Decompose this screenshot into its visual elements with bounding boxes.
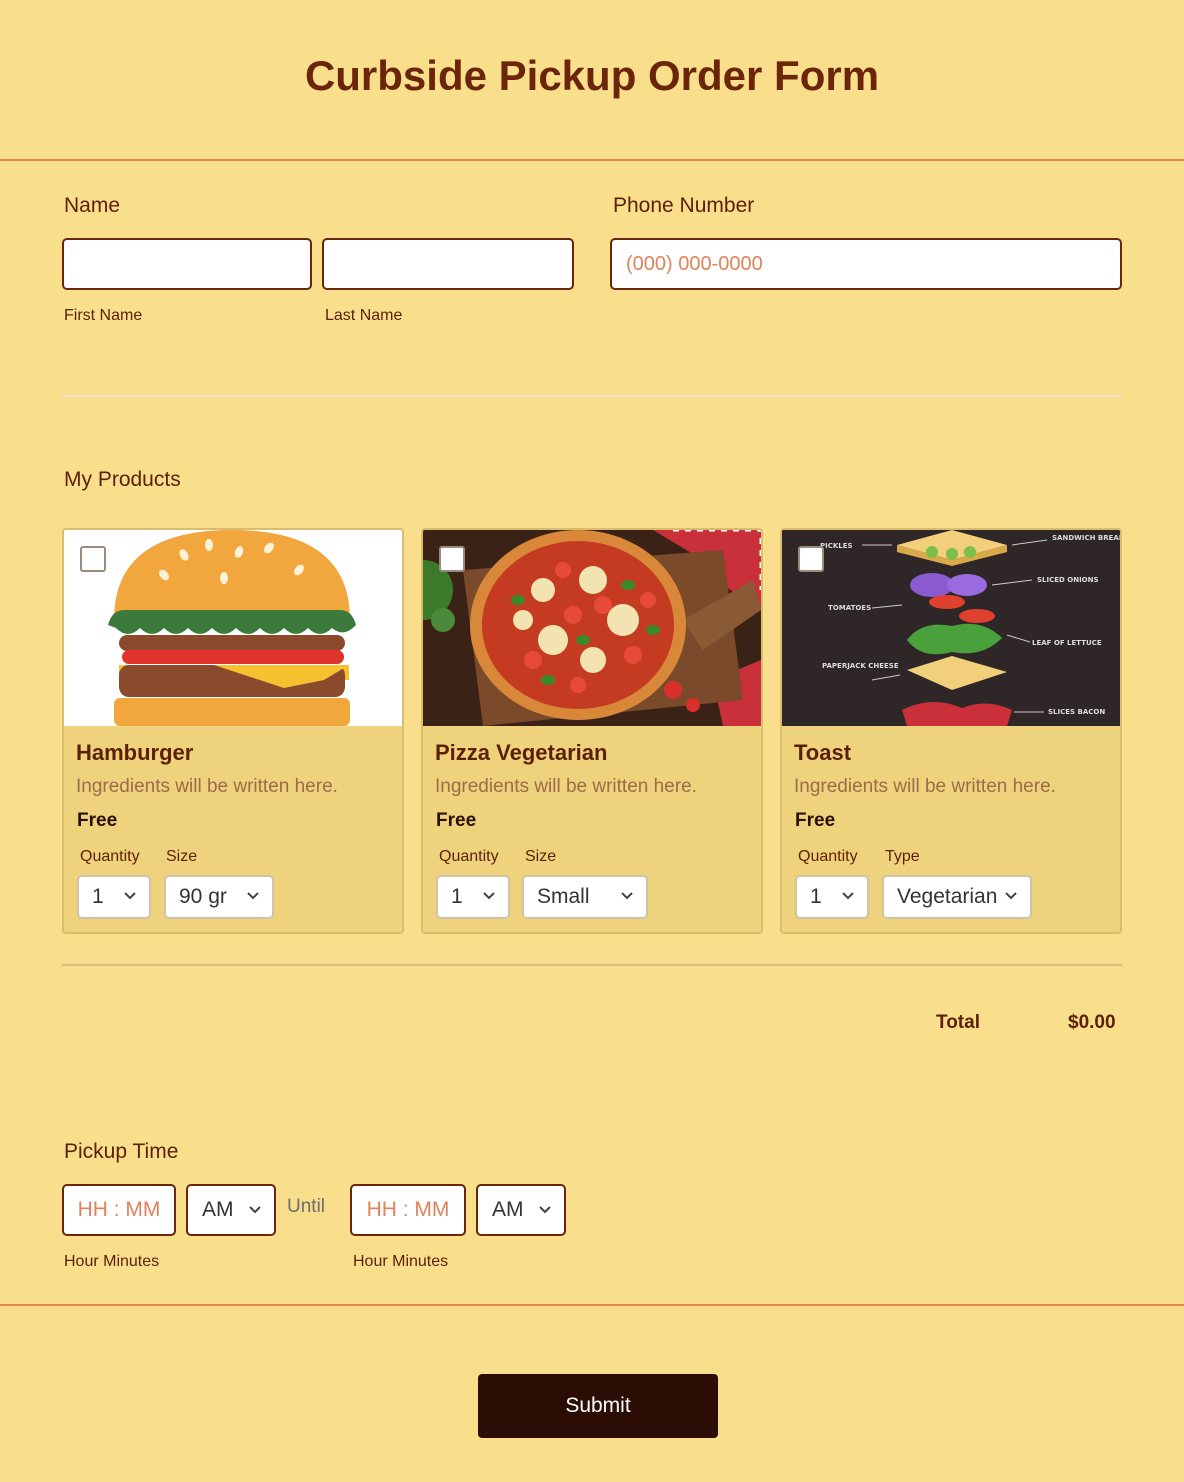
product-description: Ingredients will be written here.: [794, 776, 1056, 797]
product-name: Toast: [794, 740, 852, 765]
diagram-label-tomatoes: TOMATOES: [828, 604, 871, 612]
hamburger-checkbox[interactable]: [80, 546, 106, 572]
product-price: Free: [795, 810, 836, 831]
product-name: Hamburger: [76, 740, 194, 765]
diagram-label-cheese: PAPERJACK CHEESE: [822, 662, 899, 670]
size-label: Size: [525, 848, 557, 865]
until-label: Until: [287, 1196, 326, 1217]
quantity-select[interactable]: 1: [77, 875, 151, 919]
pickup-time-label: Pickup Time: [64, 1140, 179, 1163]
type-label: Type: [885, 848, 920, 865]
pizza-image: [423, 530, 761, 726]
product-name: Pizza Vegetarian: [435, 740, 608, 765]
size-select[interactable]: 90 gr: [164, 875, 274, 919]
phone-label: Phone Number: [613, 194, 755, 217]
hamburger-image: [64, 530, 402, 726]
toast-checkbox[interactable]: [798, 546, 824, 572]
type-select[interactable]: Vegetarian: [882, 875, 1032, 919]
size-value: 90 gr: [179, 885, 227, 908]
first-name-input[interactable]: [62, 238, 312, 290]
product-description: Ingredients will be written here.: [76, 776, 338, 797]
size-label: Size: [166, 848, 198, 865]
pickup-from-time-input[interactable]: HH : MM: [62, 1184, 176, 1236]
chevron-down-icon: [1005, 892, 1017, 900]
product-description: Ingredients will be written here.: [435, 776, 697, 797]
quantity-label: Quantity: [798, 848, 858, 865]
page-title: Curbside Pickup Order Form: [304, 52, 880, 99]
quantity-value: 1: [451, 885, 463, 908]
chevron-down-icon: [124, 892, 136, 900]
quantity-value: 1: [810, 885, 822, 908]
phone-input[interactable]: [610, 238, 1122, 290]
chevron-down-icon: [483, 892, 495, 900]
ampm-value: AM: [492, 1198, 524, 1221]
ampm-value: AM: [202, 1198, 234, 1221]
from-time-sublabel: Hour Minutes: [64, 1253, 160, 1270]
total-value: $0.00: [1068, 1012, 1116, 1033]
name-label: Name: [64, 194, 121, 217]
diagram-label-bread: SANDWICH BREAD: [1052, 534, 1120, 542]
product-card-pizza[interactable]: Pizza Vegetarian Ingredients will be wri…: [421, 528, 763, 934]
last-name-input[interactable]: [322, 238, 574, 290]
size-select[interactable]: Small: [522, 875, 648, 919]
quantity-value: 1: [92, 885, 104, 908]
footer-divider: [0, 1304, 1184, 1306]
chevron-down-icon: [249, 1206, 261, 1214]
product-price: Free: [77, 810, 118, 831]
total-label: Total: [936, 1012, 980, 1033]
products-label: My Products: [64, 468, 181, 491]
pickup-to-ampm-select[interactable]: AM: [476, 1184, 566, 1236]
product-card-hamburger[interactable]: Hamburger Ingredients will be written he…: [62, 528, 404, 934]
chevron-down-icon: [621, 892, 633, 900]
last-name-sublabel: Last Name: [325, 307, 403, 324]
quantity-select[interactable]: 1: [436, 875, 510, 919]
chevron-down-icon: [842, 892, 854, 900]
diagram-label-bacon: SLICES BACON: [1048, 708, 1105, 716]
chevron-down-icon: [539, 1206, 551, 1214]
quantity-label: Quantity: [439, 848, 499, 865]
to-time-sublabel: Hour Minutes: [353, 1253, 449, 1270]
section-divider: [62, 395, 1122, 397]
pickup-from-ampm-select[interactable]: AM: [186, 1184, 276, 1236]
pickup-to-time-input[interactable]: HH : MM: [350, 1184, 466, 1236]
quantity-select[interactable]: 1: [795, 875, 869, 919]
submit-button[interactable]: Submit: [478, 1374, 718, 1438]
header-divider: [0, 159, 1184, 161]
products-divider: [62, 964, 1122, 966]
chevron-down-icon: [247, 892, 259, 900]
first-name-sublabel: First Name: [64, 307, 143, 324]
product-card-toast[interactable]: PICKLES SANDWICH BREAD SLICED ONIONS TOM…: [780, 528, 1122, 934]
sandwich-diagram-image: PICKLES SANDWICH BREAD SLICED ONIONS TOM…: [782, 530, 1120, 726]
diagram-label-onions: SLICED ONIONS: [1037, 576, 1099, 584]
diagram-label-lettuce: LEAF OF LETTUCE: [1032, 639, 1102, 647]
quantity-label: Quantity: [80, 848, 140, 865]
diagram-label-pickles: PICKLES: [820, 542, 853, 550]
size-value: Small: [537, 885, 590, 908]
pizza-checkbox[interactable]: [439, 546, 465, 572]
type-value: Vegetarian: [897, 885, 998, 908]
product-price: Free: [436, 810, 477, 831]
